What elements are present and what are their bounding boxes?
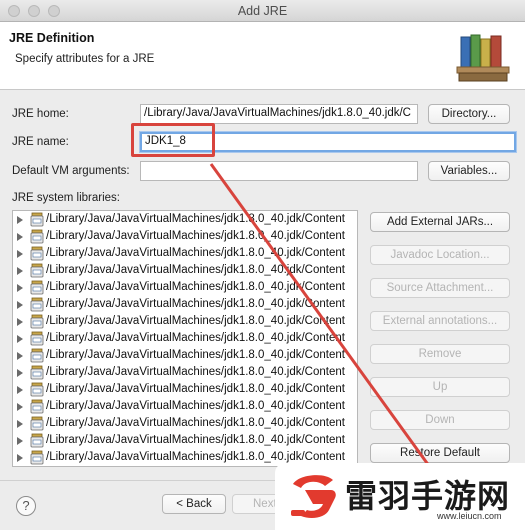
library-row[interactable]: /Library/Java/JavaVirtualMachines/jdk1.8… xyxy=(13,211,357,228)
library-row[interactable]: /Library/Java/JavaVirtualMachines/jdk1.8… xyxy=(13,245,357,262)
external-annotations-button[interactable]: External annotations... xyxy=(370,311,510,331)
library-row[interactable]: /Library/Java/JavaVirtualMachines/jdk1.8… xyxy=(13,398,357,415)
library-row[interactable]: /Library/Java/JavaVirtualMachines/jdk1.8… xyxy=(13,330,357,347)
watermark-url: www.leiucn.com xyxy=(437,511,502,521)
library-path: /Library/Java/JavaVirtualMachines/jdk1.8… xyxy=(46,332,345,344)
source-attachment-button[interactable]: Source Attachment... xyxy=(370,278,510,298)
directory-button[interactable]: Directory... xyxy=(428,104,510,124)
library-path: /Library/Java/JavaVirtualMachines/jdk1.8… xyxy=(46,247,345,259)
library-path: /Library/Java/JavaVirtualMachines/jdk1.8… xyxy=(46,366,345,378)
expand-triangle-icon[interactable] xyxy=(17,437,23,445)
jar-icon xyxy=(30,365,44,380)
expand-triangle-icon[interactable] xyxy=(17,233,23,241)
expand-triangle-icon[interactable] xyxy=(17,454,23,462)
library-row[interactable]: /Library/Java/JavaVirtualMachines/jdk1.8… xyxy=(13,313,357,330)
remove-button[interactable]: Remove xyxy=(370,344,510,364)
library-path: /Library/Java/JavaVirtualMachines/jdk1.8… xyxy=(46,230,345,242)
library-path: /Library/Java/JavaVirtualMachines/jdk1.8… xyxy=(46,315,345,327)
up-button[interactable]: Up xyxy=(370,377,510,397)
library-path: /Library/Java/JavaVirtualMachines/jdk1.8… xyxy=(46,349,345,361)
expand-triangle-icon[interactable] xyxy=(17,403,23,411)
watermark-logo xyxy=(291,475,336,518)
library-row[interactable]: /Library/Java/JavaVirtualMachines/jdk1.8… xyxy=(13,296,357,313)
jre-home-label: JRE home: xyxy=(12,108,69,120)
library-row[interactable]: /Library/Java/JavaVirtualMachines/jdk1.8… xyxy=(13,432,357,449)
restore-default-button[interactable]: Restore Default xyxy=(370,443,510,463)
library-row[interactable]: /Library/Java/JavaVirtualMachines/jdk1.8… xyxy=(13,347,357,364)
expand-triangle-icon[interactable] xyxy=(17,284,23,292)
highlight-box xyxy=(131,123,215,157)
library-row[interactable]: /Library/Java/JavaVirtualMachines/jdk1.8… xyxy=(13,228,357,245)
expand-triangle-icon[interactable] xyxy=(17,216,23,224)
libraries-label: JRE system libraries: xyxy=(12,192,120,204)
expand-triangle-icon[interactable] xyxy=(17,420,23,428)
library-path: /Library/Java/JavaVirtualMachines/jdk1.8… xyxy=(46,383,345,395)
wizard-header: JRE Definition Specify attributes for a … xyxy=(0,22,525,90)
variables-button[interactable]: Variables... xyxy=(428,161,510,181)
expand-triangle-icon[interactable] xyxy=(17,301,23,309)
expand-triangle-icon[interactable] xyxy=(17,369,23,377)
title-bar: Add JRE xyxy=(0,0,525,22)
library-row[interactable]: /Library/Java/JavaVirtualMachines/jdk1.8… xyxy=(13,262,357,279)
library-path: /Library/Java/JavaVirtualMachines/jdk1.8… xyxy=(46,298,345,310)
libraries-tree[interactable]: /Library/Java/JavaVirtualMachines/jdk1.8… xyxy=(12,210,358,467)
library-row[interactable]: /Library/Java/JavaVirtualMachines/jdk1.8… xyxy=(13,279,357,296)
add-external-jars-button[interactable]: Add External JARs... xyxy=(370,212,510,232)
expand-triangle-icon[interactable] xyxy=(17,318,23,326)
help-button[interactable]: ? xyxy=(16,496,36,516)
jar-icon xyxy=(30,246,44,261)
jre-home-field[interactable]: /Library/Java/JavaVirtualMachines/jdk1.8… xyxy=(140,104,418,124)
page-subtitle: Specify attributes for a JRE xyxy=(15,53,155,65)
library-row[interactable]: /Library/Java/JavaVirtualMachines/jdk1.8… xyxy=(13,381,357,398)
library-path: /Library/Java/JavaVirtualMachines/jdk1.8… xyxy=(46,213,345,225)
jar-icon xyxy=(30,416,44,431)
library-path: /Library/Java/JavaVirtualMachines/jdk1.8… xyxy=(46,264,345,276)
jar-icon xyxy=(30,382,44,397)
jar-icon xyxy=(30,280,44,295)
vm-args-label: Default VM arguments: xyxy=(12,165,130,177)
jar-icon xyxy=(30,314,44,329)
jar-icon xyxy=(30,399,44,414)
expand-triangle-icon[interactable] xyxy=(17,335,23,343)
expand-triangle-icon[interactable] xyxy=(17,267,23,275)
library-path: /Library/Java/JavaVirtualMachines/jdk1.8… xyxy=(46,281,345,293)
back-button[interactable]: < Back xyxy=(162,494,226,514)
library-row[interactable]: /Library/Java/JavaVirtualMachines/jdk1.8… xyxy=(13,415,357,432)
jar-icon xyxy=(30,331,44,346)
javadoc-location-button[interactable]: Javadoc Location... xyxy=(370,245,510,265)
library-path: /Library/Java/JavaVirtualMachines/jdk1.8… xyxy=(46,400,345,412)
jre-name-label: JRE name: xyxy=(12,136,69,148)
jar-icon xyxy=(30,297,44,312)
expand-triangle-icon[interactable] xyxy=(17,250,23,258)
jar-icon xyxy=(30,433,44,448)
jar-icon xyxy=(30,263,44,278)
jar-icon xyxy=(30,229,44,244)
library-path: /Library/Java/JavaVirtualMachines/jdk1.8… xyxy=(46,434,345,446)
watermark: 雷羽手游网 www.leiucn.com xyxy=(275,463,525,530)
books-icon xyxy=(456,34,510,82)
library-row[interactable]: /Library/Java/JavaVirtualMachines/jdk1.8… xyxy=(13,364,357,381)
jar-icon xyxy=(30,348,44,363)
page-title: JRE Definition xyxy=(9,31,95,45)
vm-args-field[interactable] xyxy=(140,161,418,181)
library-path: /Library/Java/JavaVirtualMachines/jdk1.8… xyxy=(46,417,345,429)
jar-icon xyxy=(30,212,44,227)
jar-icon xyxy=(30,450,44,465)
window-title: Add JRE xyxy=(237,4,288,18)
down-button[interactable]: Down xyxy=(370,410,510,430)
expand-triangle-icon[interactable] xyxy=(17,386,23,394)
expand-triangle-icon[interactable] xyxy=(17,352,23,360)
